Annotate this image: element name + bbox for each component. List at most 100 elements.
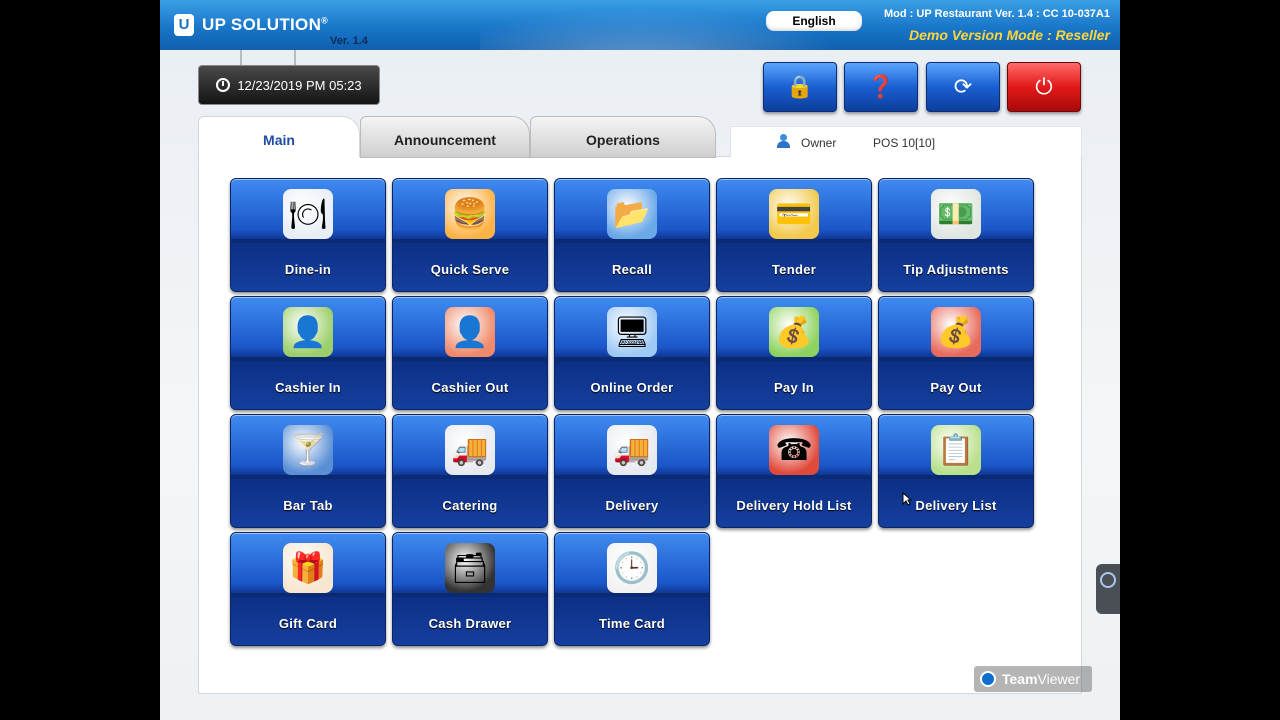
session-info: Owner POS 10[10] xyxy=(730,126,1082,157)
tile-label: Catering xyxy=(442,498,498,513)
quick-serve-icon: 🍔 xyxy=(445,189,495,239)
sync-icon: ⟳ xyxy=(953,74,973,99)
delivery-list-icon: 📋 xyxy=(931,425,981,475)
pay-in-icon: 💰 xyxy=(769,307,819,357)
clock-hanger xyxy=(240,50,242,66)
recall-icon: 📂 xyxy=(607,189,657,239)
catering-icon: 🚚 xyxy=(445,425,495,475)
help-icon: ❓ xyxy=(867,74,895,99)
time-card-icon: 🕒 xyxy=(607,543,657,593)
mouse-cursor-icon xyxy=(902,492,912,506)
tile-tips-button[interactable]: 💵 Tip Adjustments xyxy=(878,178,1034,292)
gift-card-icon: 🎁 xyxy=(283,543,333,593)
tile-divider xyxy=(879,475,1033,479)
logo-mark: U xyxy=(174,14,194,36)
tile-delivery-hold-button[interactable]: ☎ Delivery Hold List xyxy=(716,414,872,528)
tile-catering-button[interactable]: 🚚 Catering xyxy=(392,414,548,528)
demo-mode-label: Demo Version Mode : Reseller xyxy=(909,27,1110,43)
delivery-hold-icon: ☎ xyxy=(769,425,819,475)
tile-divider xyxy=(231,357,385,361)
lock-icon: 🔒 xyxy=(786,74,814,99)
tile-label: Online Order xyxy=(590,380,674,395)
tile-recall-button[interactable]: 📂 Recall xyxy=(554,178,710,292)
bar-tab-icon: 🍸 xyxy=(283,425,333,475)
tile-quick-serve-button[interactable]: 🍔 Quick Serve xyxy=(392,178,548,292)
tile-divider xyxy=(231,593,385,597)
tile-divider xyxy=(555,593,709,597)
tile-bar-tab-button[interactable]: 🍸 Bar Tab xyxy=(230,414,386,528)
tile-label: Dine-in xyxy=(284,262,332,277)
tile-divider xyxy=(393,475,547,479)
header-bar: U UP SOLUTION® Ver. 1.4 English Mod : UP… xyxy=(160,0,1120,50)
tile-pay-out-button[interactable]: 💰 Pay Out xyxy=(878,296,1034,410)
user-name: Owner xyxy=(801,136,837,150)
teamviewer-badge[interactable]: TeamViewer xyxy=(974,666,1092,692)
power-button[interactable]: ⏻ xyxy=(1007,62,1081,112)
pos-terminal: POS 10[10] xyxy=(873,136,936,150)
tile-pay-in-button[interactable]: 💰 Pay In xyxy=(716,296,872,410)
logo-text: UP SOLUTION® xyxy=(202,15,329,34)
tile-cashier-out-button[interactable]: 👤 Cashier Out xyxy=(392,296,548,410)
clock-display: 12/23/2019 PM 05:23 xyxy=(198,65,380,105)
tile-cash-drawer-button[interactable]: 🗃 Cash Drawer xyxy=(392,532,548,646)
power-icon: ⏻ xyxy=(1035,74,1053,99)
tile-label: Quick Serve xyxy=(430,262,510,277)
pos-app: U UP SOLUTION® Ver. 1.4 English Mod : UP… xyxy=(160,0,1120,720)
tile-divider xyxy=(717,475,871,479)
teamviewer-icon xyxy=(1100,572,1116,588)
tab-main[interactable]: Main xyxy=(198,116,360,157)
tile-label: Pay In xyxy=(773,380,815,395)
tab-operations[interactable]: Operations xyxy=(530,116,716,158)
teamviewer-logo-icon xyxy=(980,671,996,687)
tile-label: Tender xyxy=(771,262,817,277)
tile-divider xyxy=(717,357,871,361)
tile-tender-button[interactable]: 💳 Tender xyxy=(716,178,872,292)
tile-gift-card-button[interactable]: 🎁 Gift Card xyxy=(230,532,386,646)
teamviewer-text: TeamViewer xyxy=(1002,671,1081,687)
tile-divider xyxy=(231,475,385,479)
tile-label: Tip Adjustments xyxy=(903,262,1009,277)
tile-divider xyxy=(717,239,871,243)
tile-label: Time Card xyxy=(598,616,666,631)
clock-datetime: 12/23/2019 PM 05:23 xyxy=(237,77,362,93)
tile-divider xyxy=(393,593,547,597)
tile-label: Delivery Hold List xyxy=(736,498,852,513)
language-button[interactable]: English xyxy=(766,11,862,31)
dine-in-icon: 🍽 xyxy=(283,189,333,239)
tile-time-card-button[interactable]: 🕒 Time Card xyxy=(554,532,710,646)
cashier-in-icon: 👤 xyxy=(283,307,333,357)
cash-drawer-icon: 🗃 xyxy=(445,543,495,593)
tender-icon: 💳 xyxy=(769,189,819,239)
sync-button[interactable]: ⟳ xyxy=(926,62,1000,112)
lock-button[interactable]: 🔒 xyxy=(763,62,837,112)
tile-divider xyxy=(555,475,709,479)
tile-label: Gift Card xyxy=(278,616,338,631)
tile-label: Recall xyxy=(611,262,653,277)
tips-icon: 💵 xyxy=(931,189,981,239)
tile-label: Cashier Out xyxy=(431,380,509,395)
mod-info: Mod : UP Restaurant Ver. 1.4 : CC 10-037… xyxy=(884,8,1110,20)
tile-label: Cash Drawer xyxy=(428,616,512,631)
tile-delivery-list-button[interactable]: 📋 Delivery List xyxy=(878,414,1034,528)
tab-announcement[interactable]: Announcement xyxy=(360,116,530,158)
tile-label: Pay Out xyxy=(930,380,982,395)
tile-dine-in-button[interactable]: 🍽 Dine-in xyxy=(230,178,386,292)
tile-divider xyxy=(879,239,1033,243)
tile-cashier-in-button[interactable]: 👤 Cashier In xyxy=(230,296,386,410)
online-order-icon: 🖥 xyxy=(607,307,657,357)
clock-icon xyxy=(216,78,231,92)
version-label: Ver. 1.4 xyxy=(330,35,368,47)
cashier-out-icon: 👤 xyxy=(445,307,495,357)
tile-divider xyxy=(879,357,1033,361)
tile-delivery-button[interactable]: 🚚 Delivery xyxy=(554,414,710,528)
tile-divider xyxy=(393,239,547,243)
tile-divider xyxy=(555,239,709,243)
pay-out-icon: 💰 xyxy=(931,307,981,357)
tile-label: Delivery xyxy=(605,498,659,513)
help-button[interactable]: ❓ xyxy=(844,62,918,112)
teamviewer-side-tab[interactable] xyxy=(1096,564,1120,614)
tile-label: Cashier In xyxy=(275,380,341,395)
tile-label: Bar Tab xyxy=(283,498,333,513)
tile-divider xyxy=(231,239,385,243)
tile-online-order-button[interactable]: 🖥 Online Order xyxy=(554,296,710,410)
